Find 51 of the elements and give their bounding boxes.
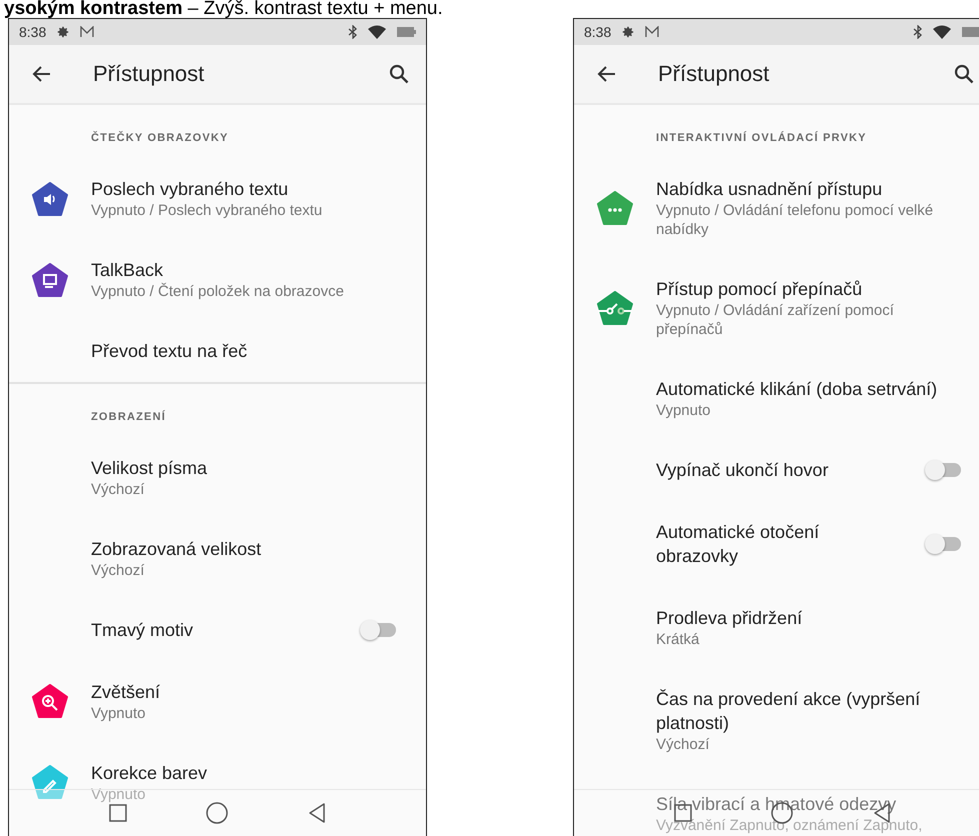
setting-summary: Vypnuto [656,401,712,420]
setting-title[interactable]: Velikost písma [91,456,394,480]
section-header: ČTEČKY OBRAZOVKY [90,130,230,146]
status-time: 8:38 [19,24,46,40]
setting-title[interactable]: Přístup pomocí přepínačů [656,277,959,301]
recents-button[interactable] [108,804,127,822]
screen-title: Přístupnost [658,61,770,87]
setting-title[interactable]: Automatické klikání (doba setrvání) [656,377,959,401]
bluetooth-icon [348,25,358,39]
setting-summary: Vypnuto [91,784,146,804]
toggle-switch[interactable] [362,622,396,636]
setting-title[interactable]: Zvětšení [91,680,394,704]
setting-title[interactable]: Automatické otočení obrazovky [656,520,887,568]
setting-title[interactable]: Prodleva přidržení [656,606,959,630]
home-button[interactable] [206,802,228,824]
setting-title[interactable]: Vypínač ukončí hovor [656,458,887,482]
wifi-icon [933,25,951,39]
setting-summary: Výchozí [91,480,146,498]
setting-title[interactable]: Korekce barev [91,760,394,784]
bluetooth-icon [913,25,923,39]
setting-summary: Vypnuto / Ovládání zařízení pomocí přepínačů [656,301,895,339]
mail-icon [80,26,94,38]
setting-title[interactable]: TalkBack [91,258,394,282]
back-nav-button[interactable] [308,803,326,823]
gear-icon [621,25,636,39]
wifi-icon [368,25,386,39]
status-time: 8:38 [584,24,612,40]
section-header: ZOBRAZENÍ [90,409,167,424]
setting-summary: Výchozí [91,560,146,580]
setting-title[interactable]: Poslech vybraného textu [91,177,394,201]
setting-summary: Vypnuto / Čtení položek na obrazovce [91,282,345,301]
toggle-switch[interactable] [927,463,961,477]
setting-summary: Vypnuto / Ovládání telefonu pomocí velké nabídky [656,201,934,239]
setting-summary: Vypnuto / Poslech vybraného textu [91,201,324,220]
setting-summary: Výchozí [656,735,710,754]
setting-title[interactable]: Zobrazovaná velikost [91,536,394,560]
setting-title[interactable]: Převod textu na řeč [91,339,394,363]
mail-icon [645,26,660,38]
screen-title: Přístupnost [93,61,206,87]
setting-title[interactable]: Čas na provedení akce (vypršení platnosti) [656,687,959,735]
battery-icon [396,26,416,38]
setting-summary: Vyzvánění Zapnuto, oznámení Zapnuto, [656,816,924,835]
toggle-switch[interactable] [927,537,961,551]
caption-text: ysokým kontrastem – Zvýš. kontrast textu + menu. [3,0,444,18]
setting-summary: Krátká [656,630,700,649]
section-header: INTERAKTIVNÍ OVLÁDACÍ PRVKY [655,130,868,146]
setting-title[interactable]: Tmavý motiv [91,618,322,642]
setting-title[interactable]: Nabídka usnadnění přístupu [656,177,959,201]
battery-icon [961,26,979,38]
setting-summary: Vypnuto [91,704,146,722]
gear-icon [56,25,70,39]
